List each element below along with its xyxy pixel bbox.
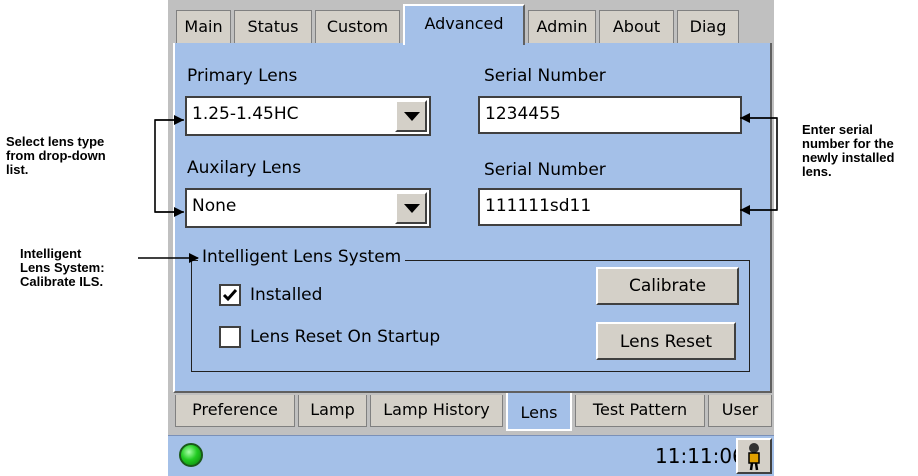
tab-advanced[interactable]: Advanced xyxy=(403,4,525,45)
callout-arrows xyxy=(138,113,778,263)
tab-label: Advanced xyxy=(424,14,504,33)
